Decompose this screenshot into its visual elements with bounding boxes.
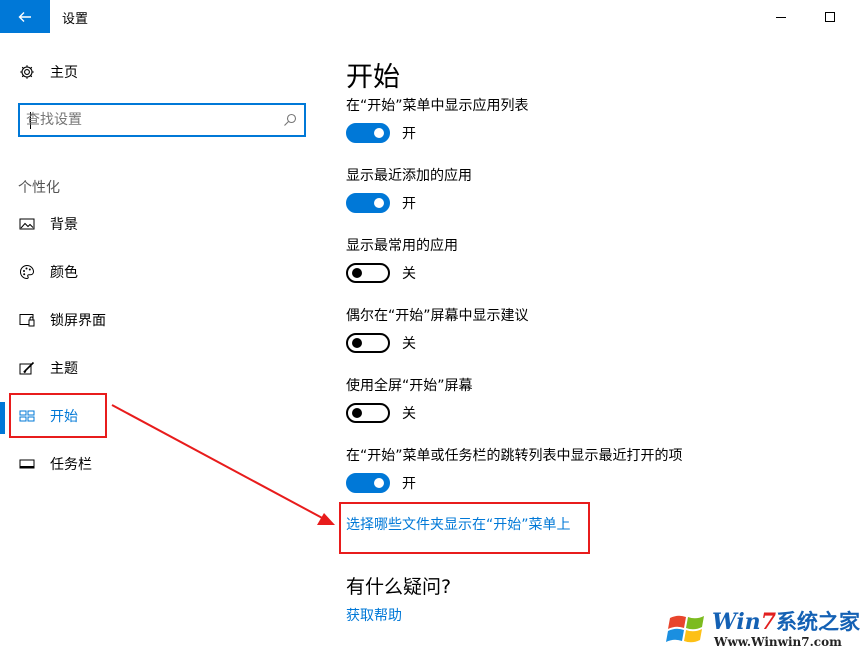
toggle-switch[interactable]: [346, 333, 390, 353]
toggle-state-label: 关: [402, 406, 416, 422]
help-heading: 有什么疑问?: [346, 576, 452, 598]
toggle-switch[interactable]: [346, 403, 390, 423]
window-title: 设置: [62, 12, 89, 27]
get-help-link[interactable]: 获取帮助: [346, 605, 402, 625]
back-button[interactable]: [0, 0, 50, 33]
toggle-most-used[interactable]: 关: [346, 263, 416, 283]
setting-label: 使用全屏“开始”屏幕: [346, 378, 473, 394]
sidebar-item-label: 锁屏界面: [50, 313, 106, 329]
sidebar-home[interactable]: 主页: [18, 62, 78, 82]
setting-label: 显示最近添加的应用: [346, 168, 472, 184]
back-arrow-icon: [18, 11, 31, 22]
toggle-state-label: 关: [402, 336, 416, 352]
toggle-state-label: 开: [402, 476, 416, 492]
toggle-state-label: 开: [402, 196, 416, 212]
sidebar-item-colors[interactable]: 颜色: [18, 262, 78, 282]
section-label-personalization: 个性化: [18, 180, 60, 196]
page-title: 开始: [346, 62, 400, 93]
toggle-full-screen-start[interactable]: 关: [346, 403, 416, 423]
toggle-recent-items-jump-list[interactable]: 开: [346, 473, 416, 493]
watermark-url: Www.Winwin7.com: [714, 635, 842, 649]
toggle-show-app-list[interactable]: 开: [346, 123, 416, 143]
palette-icon: [18, 263, 36, 281]
toggle-switch[interactable]: [346, 473, 390, 493]
annotation-box-start: [9, 393, 107, 438]
sidebar-item-label: 主题: [50, 361, 78, 377]
toggle-suggestions[interactable]: 关: [346, 333, 416, 353]
maximize-icon: [825, 11, 835, 22]
toggle-switch[interactable]: [346, 123, 390, 143]
windows-flag-logo-icon: [666, 615, 704, 643]
picture-icon: [18, 215, 36, 233]
minimize-icon: [776, 16, 786, 18]
minimize-button[interactable]: [758, 0, 804, 33]
setting-label: 显示最常用的应用: [346, 238, 458, 254]
gear-icon: [18, 63, 36, 81]
maximize-button[interactable]: [807, 0, 853, 33]
search-icon[interactable]: [282, 112, 298, 128]
setting-label: 在“开始”菜单中显示应用列表: [346, 98, 529, 114]
sidebar-item-label: 颜色: [50, 265, 78, 281]
setting-label: 在“开始”菜单或任务栏的跳转列表中显示最近打开的项: [346, 448, 683, 464]
lock-screen-icon: [18, 311, 36, 329]
active-indicator: [0, 402, 5, 434]
sidebar-item-background[interactable]: 背景: [18, 214, 78, 234]
search-input[interactable]: [26, 109, 276, 131]
sidebar-item-label: 背景: [50, 217, 78, 233]
sidebar-item-lock-screen[interactable]: 锁屏界面: [18, 310, 106, 330]
toggle-state-label: 开: [402, 126, 416, 142]
sidebar-item-themes[interactable]: 主题: [18, 358, 78, 378]
annotation-box-folders-link: [339, 502, 590, 554]
search-box[interactable]: [18, 103, 306, 137]
sidebar-home-label: 主页: [50, 65, 78, 81]
watermark-brand: Win7系统之家: [712, 609, 860, 635]
sidebar-item-taskbar[interactable]: 任务栏: [18, 454, 92, 474]
sidebar-item-label: 任务栏: [50, 457, 92, 473]
watermark: Win7系统之家 Www.Winwin7.com: [666, 604, 860, 654]
toggle-recently-added[interactable]: 开: [346, 193, 416, 213]
toggle-state-label: 关: [402, 266, 416, 282]
setting-label: 偶尔在“开始”屏幕中显示建议: [346, 308, 529, 324]
taskbar-icon: [18, 455, 36, 473]
toggle-switch[interactable]: [346, 263, 390, 283]
theme-icon: [18, 359, 36, 377]
toggle-switch[interactable]: [346, 193, 390, 213]
title-bar: 设置: [0, 0, 863, 33]
